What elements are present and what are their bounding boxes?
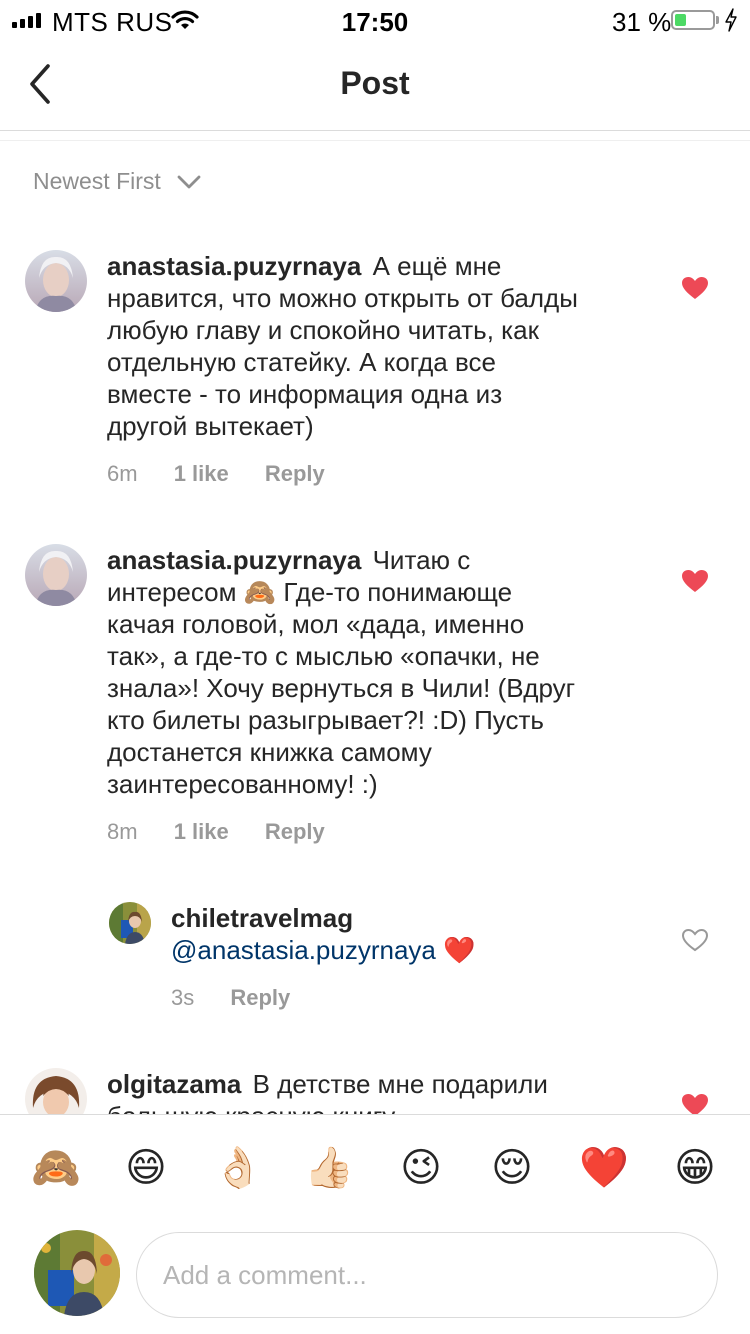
comment-like-count[interactable]: 1 like	[174, 819, 229, 844]
comment-text-line: другой вытекает)	[107, 411, 314, 441]
comment-text-line: Читаю с	[372, 545, 471, 575]
comment-text-line: нравится, что можно открыть от балды	[107, 283, 578, 313]
avatar[interactable]	[109, 902, 151, 944]
comment-text-line: кто билеты разыгрывает?! :D) Пусть	[107, 705, 544, 735]
comments-feed[interactable]: anastasia.puzyrnaya А ещё мне нравится, …	[0, 210, 750, 1114]
comment-text-line: любую главу и спокойно читать, как	[107, 315, 539, 345]
emoji-winking-face[interactable]: 😉	[391, 1143, 451, 1193]
comment-time: 8m	[107, 819, 138, 844]
heart-filled-icon[interactable]	[681, 276, 709, 300]
comment-text-line: качая головой, мол «дада, именно	[107, 609, 525, 639]
emoji-grinning-face[interactable]: 😄	[116, 1143, 176, 1193]
heart-filled-icon[interactable]	[681, 1093, 709, 1114]
heart-filled-icon[interactable]	[681, 569, 709, 593]
emoji-ok-hand[interactable]: 👌🏻	[208, 1143, 268, 1193]
comment-text-line: А ещё мне	[372, 251, 502, 281]
comment-username[interactable]: anastasia.puzyrnaya	[107, 251, 361, 281]
heart-outline-icon[interactable]	[681, 928, 709, 952]
comment-username[interactable]: chiletravelmag	[171, 902, 667, 934]
avatar[interactable]	[25, 544, 87, 606]
battery-percentage: 31 %	[612, 7, 672, 37]
comment-text-line: интересом 🙈 Где-то понимающе	[107, 577, 513, 607]
emoji-see-no-evil-monkey[interactable]: 🙈	[26, 1143, 86, 1193]
quick-emoji-bar: 🙈 😄 👌🏻 👍🏻 😉 😌 ❤️ 😁	[0, 1114, 750, 1225]
comment-text-line: отдельную статейку. А когда все	[107, 347, 496, 377]
comment-text-line: достанется книжка самому	[107, 737, 432, 767]
charging-bolt-icon	[725, 8, 737, 32]
comment-text-line: знала»! Хочу вернуться в Чили! (Вдруг	[107, 673, 576, 703]
reply-emoji: ❤️	[443, 935, 476, 965]
comment-time: 3s	[171, 985, 195, 1010]
mention-link[interactable]: @anastasia.puzyrnaya	[171, 935, 436, 965]
comment-username[interactable]: olgitazama	[107, 1069, 241, 1099]
comment-username[interactable]: anastasia.puzyrnaya	[107, 545, 361, 575]
comment-input[interactable]	[136, 1232, 718, 1318]
comment-body: anastasia.puzyrnaya А ещё мне нравится, …	[107, 250, 667, 442]
comment-text-line: вместе - то информация одна из	[107, 379, 503, 409]
page-title: Post	[340, 65, 410, 101]
comment-meta: 8m 1 like Reply	[107, 819, 325, 845]
battery-cap	[716, 16, 719, 24]
navigation-bar: Post	[0, 40, 750, 131]
comment-text-line: большую красную книгу	[107, 1100, 667, 1114]
sort-selector[interactable]: Newest First	[33, 168, 201, 195]
emoji-beaming-face[interactable]: 😁	[665, 1143, 725, 1193]
reply-body: chiletravelmag @anastasia.puzyrnaya ❤️	[171, 902, 671, 966]
comment-like-count[interactable]: 1 like	[174, 461, 229, 486]
comment-body: anastasia.puzyrnaya Читаю с интересом 🙈 …	[107, 544, 667, 800]
avatar[interactable]	[25, 250, 87, 312]
comment-meta: 3s Reply	[171, 985, 290, 1011]
reply-button[interactable]: Reply	[230, 985, 290, 1010]
comment-text-line: так», а где-то с мыслью «опачки, не	[107, 641, 540, 671]
status-bar: MTS RUS 17:50 31 %	[0, 0, 750, 40]
comment-text-line: В детстве мне подарили	[252, 1069, 548, 1099]
chevron-down-icon	[177, 175, 201, 188]
comment-meta: 6m 1 like Reply	[107, 461, 325, 487]
reply-button[interactable]: Reply	[265, 461, 325, 486]
sort-label: Newest First	[33, 168, 161, 194]
emoji-red-heart[interactable]: ❤️	[574, 1143, 634, 1193]
battery-level-fill	[675, 14, 686, 26]
reply-button[interactable]: Reply	[265, 819, 325, 844]
comment-time: 6m	[107, 461, 138, 486]
avatar[interactable]	[25, 1068, 87, 1114]
battery-icon	[671, 10, 715, 30]
comment-text-line: заинтересованному! :)	[107, 769, 378, 799]
current-user-avatar	[34, 1230, 120, 1316]
comment-body: olgitazama В детстве мне подарили большу…	[107, 1068, 667, 1114]
divider	[0, 140, 750, 141]
emoji-thumbs-up[interactable]: 👍🏻	[299, 1143, 359, 1193]
emoji-relieved-face[interactable]: 😌	[482, 1143, 542, 1193]
